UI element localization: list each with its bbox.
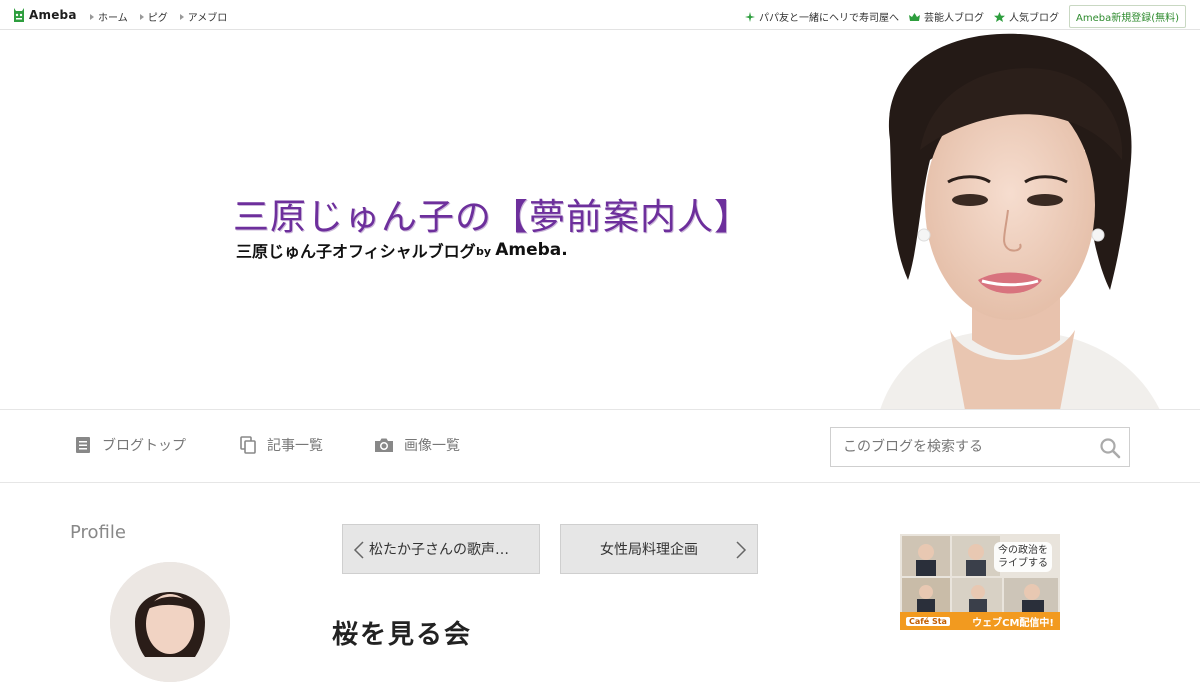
search-icon[interactable] xyxy=(1099,437,1121,459)
by-ameba-mark: by Ameba. xyxy=(476,240,568,260)
by-label: by xyxy=(476,245,492,258)
profile-heading: Profile xyxy=(70,522,126,543)
blog-search xyxy=(830,427,1130,467)
ad-brand: Café Sta xyxy=(906,616,950,626)
next-article-button[interactable]: 女性局料理企画 xyxy=(560,524,758,574)
global-header-right: パパ友と一緒にヘリで寿司屋へ 芸能人ブログ 人気ブログ Ameba新規登録(無料… xyxy=(744,5,1186,28)
global-nav-pigg[interactable]: ピグ xyxy=(139,9,168,24)
prev-article-button[interactable]: 松たか子さんの歌声… xyxy=(342,524,540,574)
nav-image-list[interactable]: 画像一覧 xyxy=(374,435,460,455)
nav-blog-top-label: ブログトップ xyxy=(102,438,186,454)
popular-blog-label: 人気ブログ xyxy=(1008,13,1059,24)
nav-image-list-label: 画像一覧 xyxy=(404,438,460,454)
triangle-right-icon xyxy=(90,13,94,20)
nav-article-list[interactable]: 記事一覧 xyxy=(239,435,323,455)
ad-bar-text: ウェブCM配信中! xyxy=(972,617,1054,629)
prev-article-label: 松たか子さんの歌声… xyxy=(369,542,509,558)
global-nav: ホーム ピグ アメブロ xyxy=(90,9,227,24)
celebrity-blog-label: 芸能人ブログ xyxy=(923,13,984,24)
global-nav-label: ホーム xyxy=(98,13,128,24)
ameba-logo-icon xyxy=(14,8,24,22)
global-nav-label: ピグ xyxy=(147,13,168,24)
triangle-right-icon xyxy=(139,13,144,20)
chevron-left-icon xyxy=(353,541,364,559)
global-nav-label: アメブロ xyxy=(187,13,228,24)
profile-avatar[interactable] xyxy=(110,562,230,682)
ad-caption: 今の政治を ライブする xyxy=(994,542,1052,572)
celebrity-blog-link[interactable]: 芸能人ブログ xyxy=(908,9,984,24)
crown-icon xyxy=(908,12,920,21)
ad-caption-line: 今の政治を xyxy=(998,545,1048,556)
ad-bar: Café Sta ウェブCM配信中! xyxy=(900,612,1060,630)
promo-link[interactable]: パパ友と一緒にヘリで寿司屋へ xyxy=(744,9,899,24)
blog-nav: ブログトップ 記事一覧 画像一覧 xyxy=(0,411,1200,483)
promo-link-label: パパ友と一緒にヘリで寿司屋へ xyxy=(758,13,899,24)
sparkle-icon xyxy=(744,11,755,22)
avatar-image xyxy=(110,562,230,682)
ameba-logo[interactable]: Ameba xyxy=(12,6,77,24)
global-header: Ameba ホーム ピグ アメブロ パパ友と一緒にヘリで寿司屋へ 芸能人ブログ … xyxy=(0,0,1200,30)
nav-blog-top[interactable]: ブログトップ xyxy=(74,435,186,455)
author-portrait xyxy=(880,33,1160,409)
blog-header-banner[interactable]: 三原じゅん子の【夢前案内人】 三原じゅん子オフィシャルブログ by Ameba. xyxy=(0,30,1200,410)
nav-article-list-label: 記事一覧 xyxy=(267,438,323,454)
register-button[interactable]: Ameba新規登録(無料) xyxy=(1068,5,1186,28)
global-nav-home[interactable]: ホーム xyxy=(90,9,128,24)
chevron-right-icon xyxy=(736,541,747,559)
document-icon xyxy=(76,437,90,453)
search-input[interactable] xyxy=(831,428,1091,466)
camera-icon xyxy=(375,438,393,452)
copy-icon xyxy=(240,436,256,454)
blog-subtitle: 三原じゅん子オフィシャルブログ xyxy=(236,242,476,261)
global-nav-ameblo[interactable]: アメブロ xyxy=(179,9,228,24)
ameba-brand: Ameba. xyxy=(495,240,568,260)
ad-caption-line: ライブする xyxy=(998,558,1048,569)
triangle-right-icon xyxy=(179,13,184,20)
article-title[interactable]: 桜を見る会 xyxy=(332,614,472,651)
ameba-logo-text: Ameba xyxy=(29,8,77,22)
sidebar-ad[interactable]: 今の政治を ライブする Café Sta ウェブCM配信中! xyxy=(900,534,1060,630)
next-article-label: 女性局料理企画 xyxy=(600,542,698,558)
popular-blog-link[interactable]: 人気ブログ xyxy=(993,9,1059,24)
star-icon xyxy=(993,11,1005,22)
blog-title: 三原じゅん子の【夢前案内人】 xyxy=(233,197,752,238)
